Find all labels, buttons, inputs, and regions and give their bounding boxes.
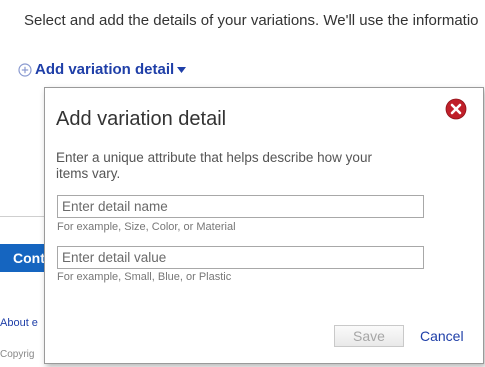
save-button[interactable]: Save <box>334 325 404 347</box>
copyright-text: Copyrig <box>0 349 35 360</box>
add-variation-detail-dialog: Add variation detail Enter a unique attr… <box>44 87 484 364</box>
add-variation-detail-label: Add variation detail <box>35 61 175 78</box>
add-variation-detail-link[interactable]: Add variation detail <box>18 61 187 78</box>
detail-value-input[interactable] <box>57 246 424 269</box>
caret-down-icon <box>177 67 187 73</box>
detail-value-hint: For example, Small, Blue, or Plastic <box>57 271 232 283</box>
page-intro-text: Select and add the details of your varia… <box>24 12 479 29</box>
close-icon[interactable] <box>445 98 467 120</box>
dialog-title: Add variation detail <box>56 108 227 130</box>
detail-name-hint: For example, Size, Color, or Material <box>57 221 236 233</box>
cancel-link[interactable]: Cancel <box>420 328 464 344</box>
plus-circle-icon <box>18 62 32 77</box>
section-divider <box>0 216 44 217</box>
detail-name-input[interactable] <box>57 195 424 218</box>
dialog-description: Enter a unique attribute that helps desc… <box>56 150 372 181</box>
about-link[interactable]: About e <box>0 317 38 329</box>
